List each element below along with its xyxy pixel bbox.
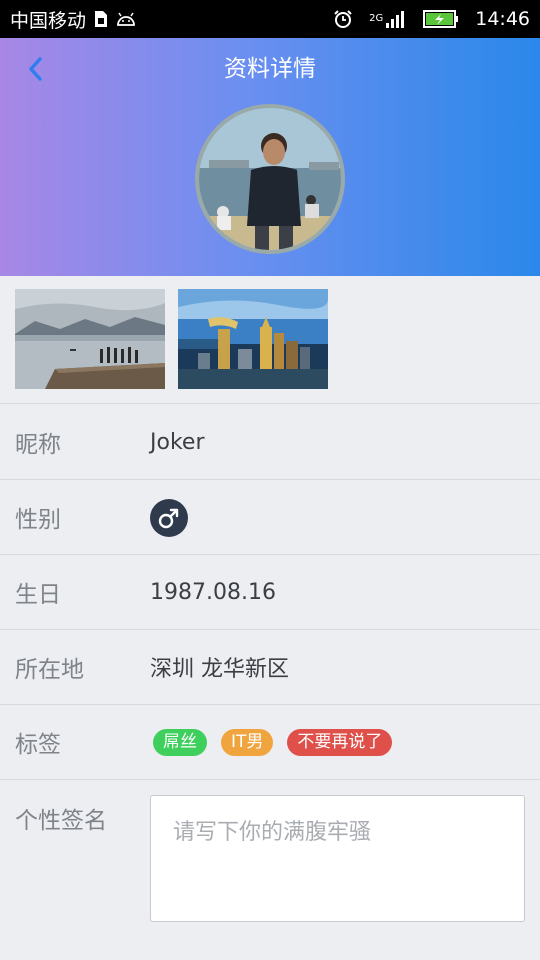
network-type: 2G [369,13,384,24]
birthday-value: 1987.08.16 [150,579,276,605]
carrier-name: 中国移动 [10,9,87,32]
page-title: 资料详情 [224,56,316,82]
male-icon [150,499,188,537]
photo-gallery [0,276,540,404]
signal-strength-icon [385,9,407,29]
gender-label: 性别 [15,507,61,533]
location-label: 所在地 [15,657,84,683]
row-location: 所在地 深圳 龙华新区 [0,630,540,705]
tag-item[interactable]: 不要再说了 [287,728,393,756]
nickname-label: 昵称 [15,432,61,458]
row-nickname: 昵称 Joker [0,405,540,480]
tag-item[interactable]: IT男 [221,728,274,756]
photo-city-skyline[interactable] [178,289,328,389]
signature-input[interactable] [150,795,525,922]
android-icon [116,12,136,26]
row-birthday: 生日 1987.08.16 [0,555,540,630]
clock-time: 14:46 [475,8,530,30]
profile-header: 资料详情 [0,38,540,276]
sim-card-icon [94,10,108,28]
tags-label: 标签 [15,732,61,758]
photo-lake-pier[interactable] [15,289,165,389]
tag-item[interactable]: 屌丝 [153,728,207,756]
nickname-value: Joker [150,429,205,455]
tag-list: 屌丝 IT男 不要再说了 [153,728,393,756]
birthday-label: 生日 [15,582,61,608]
row-tags: 标签 屌丝 IT男 不要再说了 [0,705,540,780]
alarm-clock-icon [333,9,353,29]
status-bar: 中国移动 2G 14:46 [0,0,540,38]
battery-charging-icon [423,10,459,28]
location-value: 深圳 龙华新区 [150,657,289,682]
signature-label: 个性签名 [15,808,107,834]
avatar[interactable] [195,104,345,254]
row-gender: 性别 [0,480,540,555]
